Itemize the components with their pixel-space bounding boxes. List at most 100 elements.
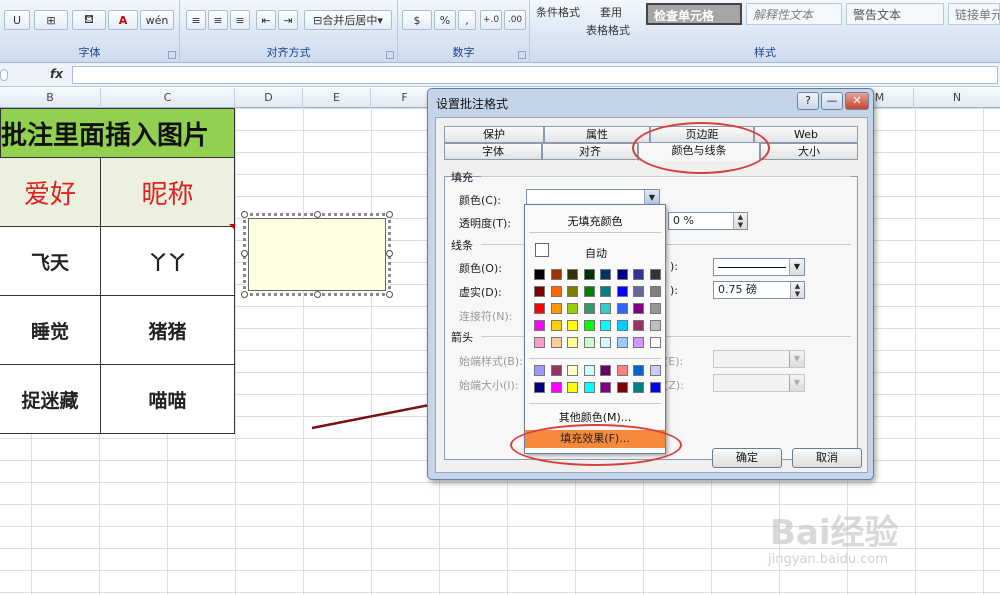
column-header-n[interactable]: N [914, 88, 1000, 108]
color-swatch[interactable] [550, 382, 562, 393]
color-swatch[interactable] [616, 269, 628, 280]
color-swatch[interactable] [600, 269, 611, 280]
color-swatch[interactable] [534, 382, 545, 393]
resize-handle[interactable] [241, 211, 248, 218]
transparency-spinner[interactable]: ▲ ▼ [733, 213, 747, 229]
comment-body[interactable] [248, 218, 386, 291]
table-cell[interactable]: 猪猪 [100, 295, 235, 365]
color-swatch[interactable] [633, 320, 644, 331]
color-swatch[interactable] [649, 269, 661, 280]
underline-button[interactable]: U [4, 10, 30, 30]
column-header-e[interactable]: E [303, 88, 371, 108]
style-warning-text[interactable]: 警告文本 [846, 3, 944, 25]
resize-handle[interactable] [241, 250, 248, 257]
name-box-handle[interactable] [0, 69, 8, 81]
column-header-c[interactable]: C [101, 88, 235, 108]
column-header-d[interactable]: D [235, 88, 303, 108]
color-swatch[interactable] [534, 365, 545, 376]
currency-button[interactable]: $ [402, 10, 432, 30]
color-swatch[interactable] [649, 382, 661, 393]
color-swatch[interactable] [534, 303, 545, 314]
more-colors-option[interactable]: 其他颜色(M)... [525, 409, 665, 425]
cancel-button[interactable]: 取消 [792, 448, 862, 468]
table-cell[interactable]: 捉迷藏 [0, 364, 101, 434]
color-swatch[interactable] [616, 337, 628, 348]
color-swatch[interactable] [583, 303, 595, 314]
table-cell[interactable]: 喵喵 [100, 364, 235, 434]
resize-handle[interactable] [386, 291, 393, 298]
end-style-select[interactable]: ▼ [713, 350, 805, 368]
ok-button[interactable]: 确定 [712, 448, 782, 468]
chevron-down-icon[interactable]: ▼ [789, 375, 804, 391]
color-swatch[interactable] [649, 286, 661, 297]
title-cell[interactable]: 批注里面插入图片 [0, 108, 235, 158]
table-format-label-1[interactable]: 套用 [600, 4, 622, 20]
color-swatch[interactable] [583, 269, 595, 280]
resize-handle[interactable] [314, 291, 321, 298]
number-dialog-launcher-icon[interactable] [518, 51, 526, 59]
alignment-dialog-launcher-icon[interactable] [386, 51, 394, 59]
color-swatch[interactable] [649, 320, 661, 331]
color-swatch[interactable] [550, 303, 562, 314]
color-swatch[interactable] [550, 365, 562, 376]
table-cell[interactable]: 睡觉 [0, 295, 101, 365]
color-swatch[interactable] [616, 382, 628, 393]
color-swatch[interactable] [616, 365, 628, 376]
chevron-down-icon[interactable]: ▼ [789, 259, 804, 275]
resize-handle[interactable] [386, 250, 393, 257]
comment-box[interactable] [241, 211, 393, 298]
fill-color-button[interactable]: ⛾ [72, 10, 106, 30]
table-format-label-2[interactable]: 表格格式 [586, 22, 630, 38]
color-swatch[interactable] [583, 337, 595, 348]
color-swatch[interactable] [649, 303, 661, 314]
resize-handle[interactable] [386, 211, 393, 218]
color-swatch[interactable] [600, 303, 611, 314]
color-swatch[interactable] [616, 303, 628, 314]
comma-button[interactable]: , [458, 10, 476, 30]
tab-protection[interactable]: 保护 [444, 126, 544, 143]
color-swatch[interactable] [550, 286, 562, 297]
resize-handle[interactable] [314, 211, 321, 218]
color-swatch[interactable] [550, 320, 562, 331]
color-swatch[interactable] [600, 365, 611, 376]
color-swatch[interactable] [567, 320, 578, 331]
color-swatch[interactable] [633, 286, 644, 297]
header-cell-hobby[interactable]: 爱好 [0, 157, 101, 227]
color-swatch[interactable] [600, 320, 611, 331]
color-swatch[interactable] [550, 337, 562, 348]
close-button[interactable]: ✕ [845, 92, 869, 110]
decrease-decimal-button[interactable]: .00 [504, 10, 526, 30]
color-swatch[interactable] [583, 382, 595, 393]
fx-icon[interactable]: fx [50, 67, 63, 81]
align-right-button[interactable]: ≡ [230, 10, 250, 30]
column-header-b[interactable]: B [0, 88, 101, 108]
color-swatch[interactable] [649, 365, 661, 376]
color-swatch[interactable] [534, 269, 545, 280]
style-check-cell[interactable]: 检查单元格 [646, 3, 742, 25]
color-swatch[interactable] [567, 269, 578, 280]
color-swatch[interactable] [616, 320, 628, 331]
help-button[interactable]: ? [797, 92, 819, 110]
tab-size[interactable]: 大小 [760, 143, 858, 160]
color-swatch[interactable] [583, 286, 595, 297]
increase-indent-button[interactable]: ⇥ [278, 10, 298, 30]
color-swatch[interactable] [567, 382, 578, 393]
color-swatch[interactable] [583, 320, 595, 331]
auto-color-swatch[interactable] [535, 243, 549, 257]
percent-button[interactable]: % [434, 10, 456, 30]
font-dialog-launcher-icon[interactable] [168, 51, 176, 59]
end-size-select[interactable]: ▼ [713, 374, 805, 392]
color-swatch[interactable] [567, 286, 578, 297]
phonetic-button[interactable]: wén [140, 10, 174, 30]
minimize-button[interactable]: — [821, 92, 843, 110]
color-swatch[interactable] [567, 365, 578, 376]
table-cell[interactable]: 丫丫 [100, 226, 235, 296]
color-swatch[interactable] [633, 303, 644, 314]
resize-handle[interactable] [241, 291, 248, 298]
conditional-format-button[interactable]: 条件格式 [536, 4, 580, 20]
no-fill-option[interactable]: 无填充颜色 [525, 213, 665, 229]
font-color-button[interactable]: A [108, 10, 138, 30]
tab-font[interactable]: 字体 [444, 143, 542, 160]
color-swatch[interactable] [600, 337, 611, 348]
align-center-button[interactable]: ≡ [208, 10, 228, 30]
